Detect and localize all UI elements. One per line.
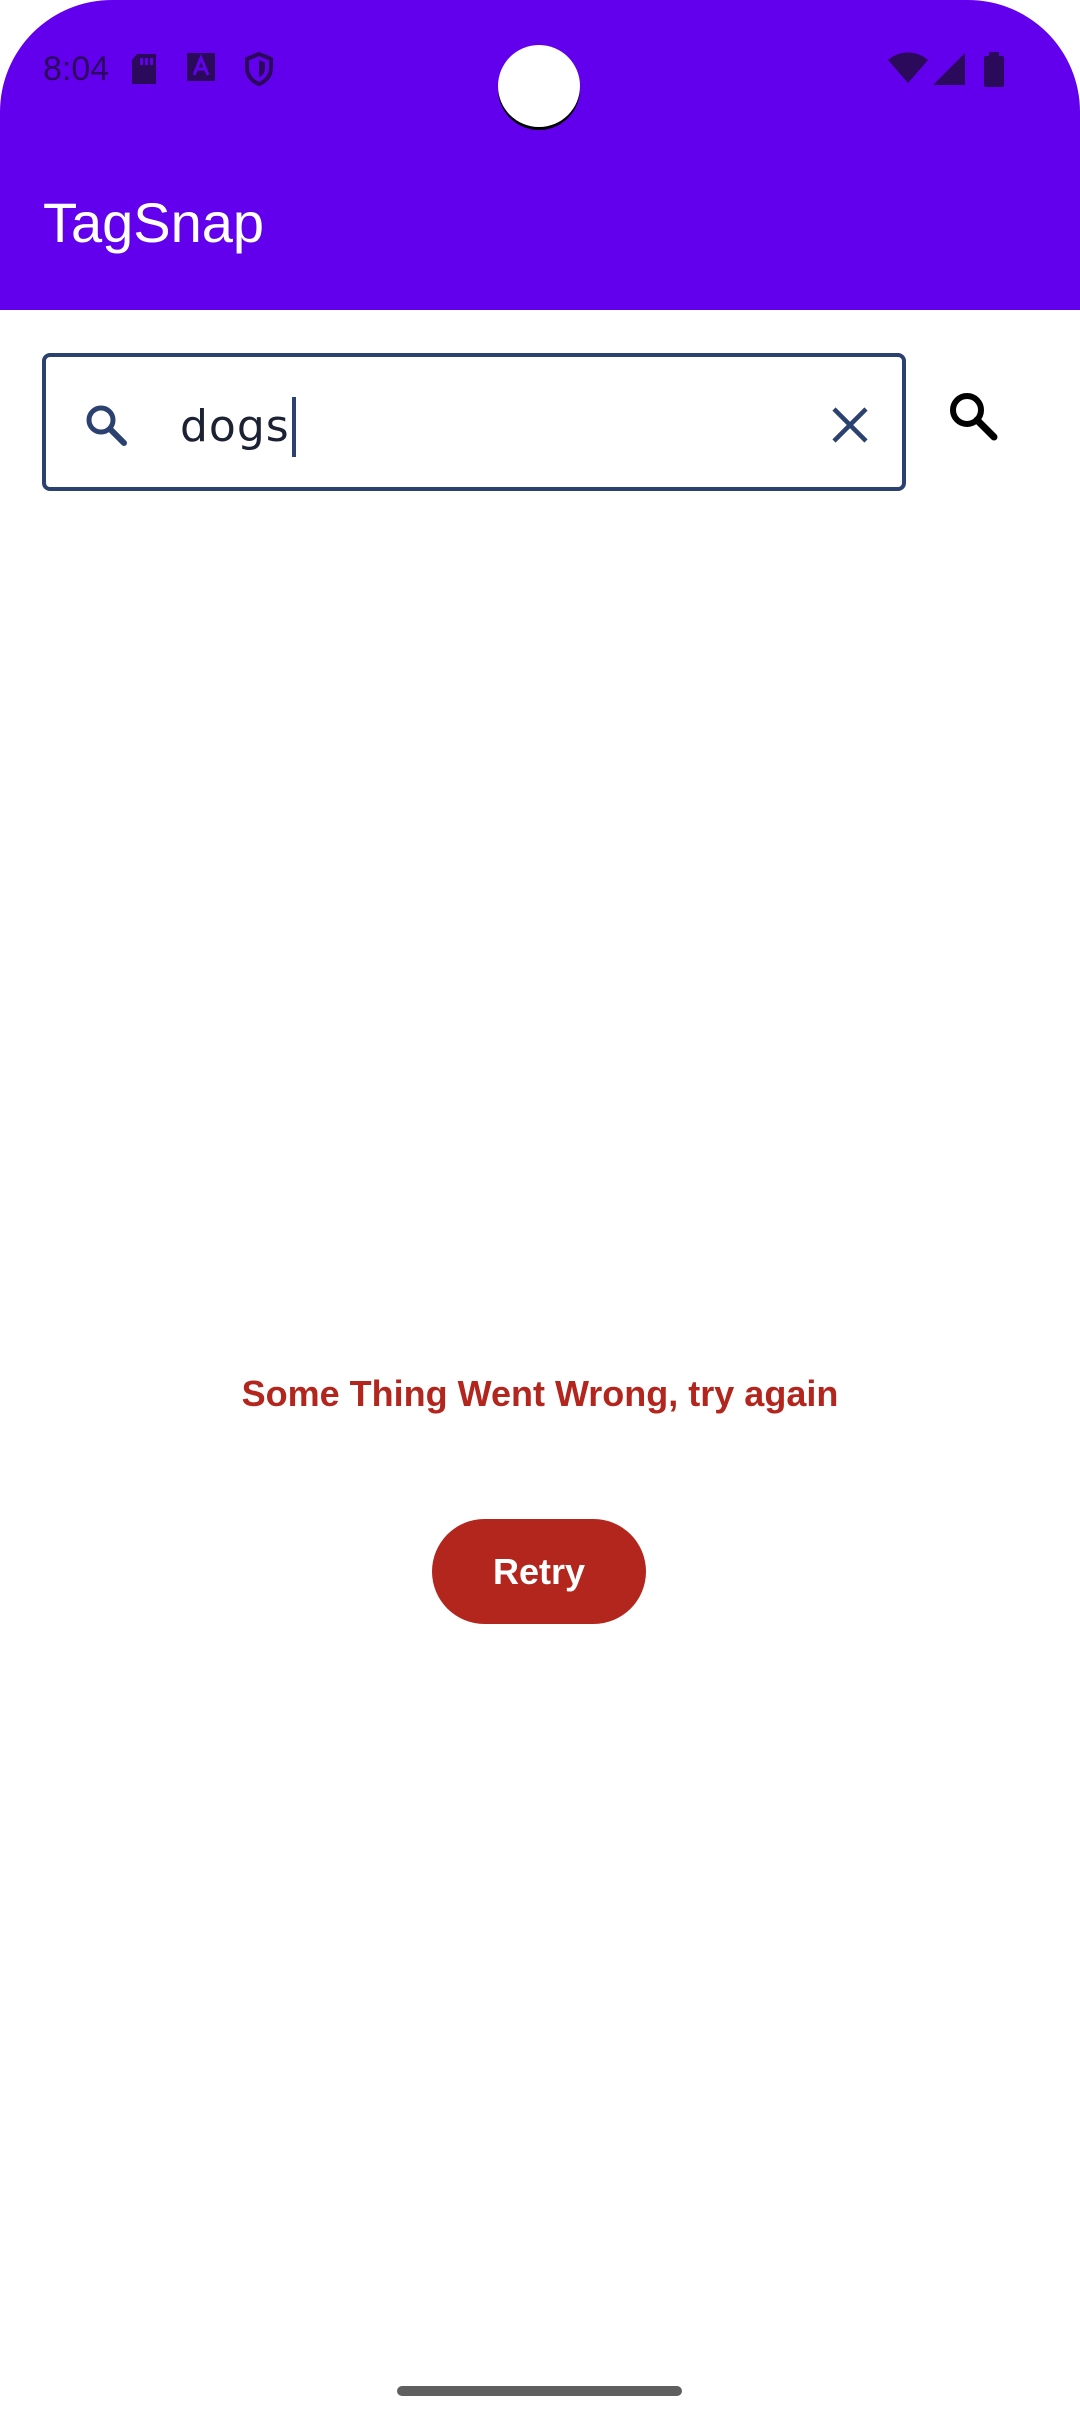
app-title: TagSnap [43,191,265,254]
camera-cutout [498,45,580,127]
sd-card-icon [132,54,156,84]
text-cursor [291,397,296,457]
shield-icon [245,52,273,86]
text-format-icon [187,53,215,81]
search-button[interactable] [944,387,1004,447]
screen: 8:04 TagSnap dogs Some Thing Went Wrong,… [0,0,1080,2424]
search-value: dogs [180,401,290,452]
retry-button[interactable]: Retry [432,1519,646,1624]
wifi-icon [888,52,928,83]
signal-icon [933,53,965,85]
battery-icon [984,52,1004,87]
search-icon [86,405,127,446]
search-field-text[interactable]: dogs [180,397,296,457]
error-message: Some Thing Went Wrong, try again [241,1373,839,1414]
close-icon[interactable] [826,401,874,449]
app-bar: 8:04 TagSnap [0,0,1080,310]
search-input[interactable]: dogs [42,353,906,491]
home-indicator[interactable] [397,2386,682,2396]
status-time: 8:04 [43,50,110,88]
